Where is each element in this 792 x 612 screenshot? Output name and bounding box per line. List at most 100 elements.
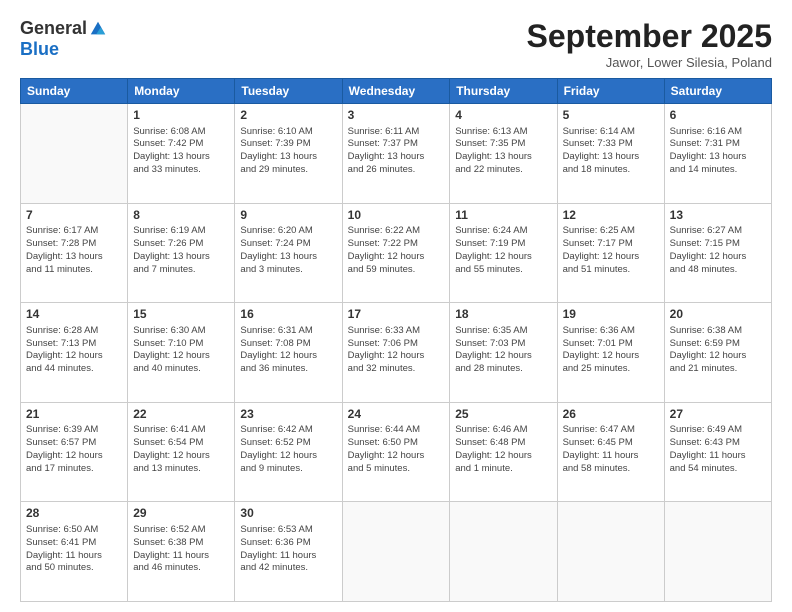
calendar-cell: 7Sunrise: 6:17 AMSunset: 7:28 PMDaylight…	[21, 203, 128, 303]
col-saturday: Saturday	[664, 79, 771, 104]
day-number: 30	[240, 506, 336, 522]
day-info: Sunrise: 6:30 AMSunset: 7:10 PMDaylight:…	[133, 325, 229, 376]
calendar-cell: 29 Sunrise: 6:52 AMSunset: 6:38 PMDayligh…	[128, 502, 235, 602]
day-number: 27	[670, 407, 766, 423]
day-number: 6	[670, 108, 766, 124]
day-info: Sunrise: 6:31 AMSunset: 7:08 PMDaylight:…	[240, 325, 336, 376]
day-info: Sunrise: 6:52 AMSunset: 6:38 PMDaylight:…	[133, 524, 229, 575]
day-number: 13	[670, 208, 766, 224]
calendar-cell: 8Sunrise: 6:19 AMSunset: 7:26 PMDaylight…	[128, 203, 235, 303]
day-number: 14	[26, 307, 122, 323]
day-number: 22	[133, 407, 229, 423]
day-number: 10	[348, 208, 445, 224]
calendar-cell: 27Sunrise: 6:49 AMSunset: 6:43 PMDayligh…	[664, 402, 771, 502]
day-number: 8	[133, 208, 229, 224]
calendar-week-2: 7Sunrise: 6:17 AMSunset: 7:28 PMDaylight…	[21, 203, 772, 303]
day-number: 21	[26, 407, 122, 423]
month-title: September 2025	[527, 18, 772, 55]
calendar-cell: 9Sunrise: 6:20 AMSunset: 7:24 PMDaylight…	[235, 203, 342, 303]
day-number: 29	[133, 506, 229, 522]
day-number: 2	[240, 108, 336, 124]
day-info: Sunrise: 6:44 AMSunset: 6:50 PMDaylight:…	[348, 424, 445, 475]
calendar-cell: 26Sunrise: 6:47 AMSunset: 6:45 PMDayligh…	[557, 402, 664, 502]
day-info: Sunrise: 6:38 AMSunset: 6:59 PMDaylight:…	[670, 325, 766, 376]
calendar-header: Sunday Monday Tuesday Wednesday Thursday…	[21, 79, 772, 104]
day-number: 23	[240, 407, 336, 423]
calendar-cell: 1 Sunrise: 6:08 AMSunset: 7:42 PMDaylight…	[128, 104, 235, 204]
day-number: 18	[455, 307, 551, 323]
logo-icon	[89, 20, 107, 38]
logo-general: General	[20, 18, 87, 39]
day-number: 1	[133, 108, 229, 124]
day-number: 15	[133, 307, 229, 323]
calendar-cell: 28 Sunrise: 6:50 AMSunset: 6:41 PMDayligh…	[21, 502, 128, 602]
day-info: Sunrise: 6:24 AMSunset: 7:19 PMDaylight:…	[455, 225, 551, 276]
calendar-cell: 21Sunrise: 6:39 AMSunset: 6:57 PMDayligh…	[21, 402, 128, 502]
day-number: 11	[455, 208, 551, 224]
calendar-cell: 5Sunrise: 6:14 AMSunset: 7:33 PMDaylight…	[557, 104, 664, 204]
calendar-cell: 30 Sunrise: 6:53 AMSunset: 6:36 PMDayligh…	[235, 502, 342, 602]
calendar-cell: 18 Sunrise: 6:35 AMSunset: 7:03 PMDayligh…	[450, 303, 557, 403]
page: General Blue September 2025 Jawor, Lower…	[0, 0, 792, 612]
col-wednesday: Wednesday	[342, 79, 450, 104]
calendar-cell	[664, 502, 771, 602]
calendar-week-1: 1 Sunrise: 6:08 AMSunset: 7:42 PMDaylight…	[21, 104, 772, 204]
day-number: 9	[240, 208, 336, 224]
calendar-cell: 15 Sunrise: 6:30 AMSunset: 7:10 PMDayligh…	[128, 303, 235, 403]
day-info: Sunrise: 6:19 AMSunset: 7:26 PMDaylight:…	[133, 225, 229, 276]
calendar-week-5: 28 Sunrise: 6:50 AMSunset: 6:41 PMDayligh…	[21, 502, 772, 602]
day-info: Sunrise: 6:08 AMSunset: 7:42 PMDaylight:…	[133, 126, 229, 177]
day-info: Sunrise: 6:50 AMSunset: 6:41 PMDaylight:…	[26, 524, 122, 575]
day-info: Sunrise: 6:49 AMSunset: 6:43 PMDaylight:…	[670, 424, 766, 475]
calendar-cell	[342, 502, 450, 602]
calendar-cell: 22Sunrise: 6:41 AMSunset: 6:54 PMDayligh…	[128, 402, 235, 502]
col-sunday: Sunday	[21, 79, 128, 104]
day-number: 20	[670, 307, 766, 323]
day-number: 5	[563, 108, 659, 124]
col-thursday: Thursday	[450, 79, 557, 104]
day-info: Sunrise: 6:36 AMSunset: 7:01 PMDaylight:…	[563, 325, 659, 376]
day-info: Sunrise: 6:10 AMSunset: 7:39 PMDaylight:…	[240, 126, 336, 177]
calendar-cell: 3 Sunrise: 6:11 AMSunset: 7:37 PMDaylight…	[342, 104, 450, 204]
day-info: Sunrise: 6:35 AMSunset: 7:03 PMDaylight:…	[455, 325, 551, 376]
calendar-cell: 19 Sunrise: 6:36 AMSunset: 7:01 PMDayligh…	[557, 303, 664, 403]
title-section: September 2025 Jawor, Lower Silesia, Pol…	[527, 18, 772, 70]
day-number: 28	[26, 506, 122, 522]
day-number: 7	[26, 208, 122, 224]
day-info: Sunrise: 6:11 AMSunset: 7:37 PMDaylight:…	[348, 126, 445, 177]
day-number: 25	[455, 407, 551, 423]
day-info: Sunrise: 6:46 AMSunset: 6:48 PMDaylight:…	[455, 424, 551, 475]
day-info: Sunrise: 6:17 AMSunset: 7:28 PMDaylight:…	[26, 225, 122, 276]
calendar-cell: 12Sunrise: 6:25 AMSunset: 7:17 PMDayligh…	[557, 203, 664, 303]
calendar-cell: 16Sunrise: 6:31 AMSunset: 7:08 PMDayligh…	[235, 303, 342, 403]
calendar-cell: 20 Sunrise: 6:38 AMSunset: 6:59 PMDayligh…	[664, 303, 771, 403]
day-info: Sunrise: 6:47 AMSunset: 6:45 PMDaylight:…	[563, 424, 659, 475]
calendar-cell: 24Sunrise: 6:44 AMSunset: 6:50 PMDayligh…	[342, 402, 450, 502]
day-info: Sunrise: 6:28 AMSunset: 7:13 PMDaylight:…	[26, 325, 122, 376]
day-number: 24	[348, 407, 445, 423]
calendar-cell: 2 Sunrise: 6:10 AMSunset: 7:39 PMDaylight…	[235, 104, 342, 204]
day-number: 3	[348, 108, 445, 124]
day-info: Sunrise: 6:39 AMSunset: 6:57 PMDaylight:…	[26, 424, 122, 475]
calendar-week-3: 14 Sunrise: 6:28 AMSunset: 7:13 PMDayligh…	[21, 303, 772, 403]
day-number: 19	[563, 307, 659, 323]
col-tuesday: Tuesday	[235, 79, 342, 104]
logo: General Blue	[20, 18, 107, 60]
col-friday: Friday	[557, 79, 664, 104]
day-number: 26	[563, 407, 659, 423]
day-number: 17	[348, 307, 445, 323]
logo-blue: Blue	[20, 39, 59, 59]
calendar-cell	[557, 502, 664, 602]
header-row: Sunday Monday Tuesday Wednesday Thursday…	[21, 79, 772, 104]
calendar-cell: 14 Sunrise: 6:28 AMSunset: 7:13 PMDayligh…	[21, 303, 128, 403]
day-info: Sunrise: 6:22 AMSunset: 7:22 PMDaylight:…	[348, 225, 445, 276]
day-info: Sunrise: 6:20 AMSunset: 7:24 PMDaylight:…	[240, 225, 336, 276]
day-info: Sunrise: 6:41 AMSunset: 6:54 PMDaylight:…	[133, 424, 229, 475]
col-monday: Monday	[128, 79, 235, 104]
calendar-body: 1 Sunrise: 6:08 AMSunset: 7:42 PMDaylight…	[21, 104, 772, 602]
day-info: Sunrise: 6:53 AMSunset: 6:36 PMDaylight:…	[240, 524, 336, 575]
calendar-cell: 23Sunrise: 6:42 AMSunset: 6:52 PMDayligh…	[235, 402, 342, 502]
subtitle: Jawor, Lower Silesia, Poland	[527, 55, 772, 70]
calendar-week-4: 21Sunrise: 6:39 AMSunset: 6:57 PMDayligh…	[21, 402, 772, 502]
day-info: Sunrise: 6:27 AMSunset: 7:15 PMDaylight:…	[670, 225, 766, 276]
